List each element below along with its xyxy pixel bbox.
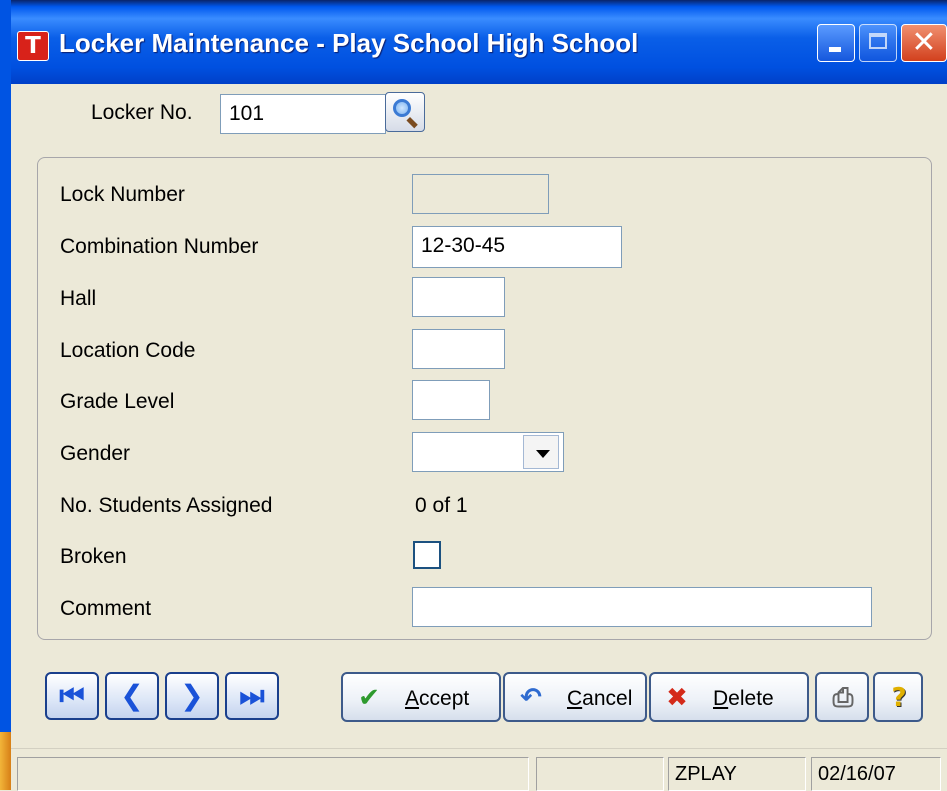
status-user: ZPLAY (668, 757, 806, 791)
broken-label: Broken (60, 545, 127, 568)
accept-button[interactable]: ✔ Accept (341, 672, 501, 722)
status-bar: ZPLAY 02/16/07 (11, 748, 947, 791)
previous-record-icon: ❮ (120, 679, 144, 712)
undo-icon: ↶ (520, 683, 542, 713)
minimize-button[interactable] (817, 24, 855, 62)
combination-number-input[interactable]: 12-30-45 (412, 226, 622, 268)
grade-level-label: Grade Level (60, 390, 175, 413)
hall-input[interactable] (412, 277, 505, 317)
first-record-icon: ⏮ (59, 679, 85, 712)
previous-record-button[interactable]: ❮ (105, 672, 159, 720)
locker-lookup-button[interactable] (385, 92, 425, 132)
status-panel-2 (536, 757, 664, 791)
taskbar-fragment (0, 732, 11, 790)
next-record-icon: ❯ (180, 679, 204, 712)
close-icon: ✕ (911, 25, 937, 60)
next-record-button[interactable]: ❯ (165, 672, 219, 720)
maximize-icon (869, 33, 887, 49)
lock-number-input (412, 174, 549, 214)
close-button[interactable]: ✕ (901, 24, 947, 62)
printer-icon: ⎙ (832, 683, 854, 713)
cancel-label: Cancel (567, 687, 633, 710)
last-record-button[interactable]: ⏭ (225, 672, 279, 720)
location-code-label: Location Code (60, 339, 196, 362)
magnifier-handle (406, 117, 418, 129)
status-date: 02/16/07 (811, 757, 941, 791)
combination-number-label: Combination Number (60, 235, 259, 258)
locker-no-label: Locker No. (91, 101, 193, 124)
location-code-input[interactable] (412, 329, 505, 369)
delete-button[interactable]: ✖ Delete (649, 672, 809, 722)
students-assigned-label: No. Students Assigned (60, 494, 273, 517)
gender-select-value (413, 440, 421, 463)
print-button[interactable]: ⎙ (815, 672, 869, 722)
comment-input[interactable] (412, 587, 872, 627)
chevron-down-icon[interactable] (523, 435, 559, 469)
grade-level-input[interactable] (412, 380, 490, 420)
desktop-background-strip (0, 0, 11, 790)
magnifier-icon (393, 99, 411, 117)
locker-maintenance-window: T Locker Maintenance - Play School High … (11, 0, 947, 791)
title-bar[interactable]: T Locker Maintenance - Play School High … (11, 0, 947, 84)
locker-no-input[interactable]: 101 (220, 94, 386, 134)
students-assigned-value: 0 of 1 (415, 494, 468, 517)
checkmark-icon: ✔ (358, 683, 380, 713)
help-icon: ? (891, 683, 907, 713)
cancel-button[interactable]: ↶ Cancel (503, 672, 647, 722)
gender-select[interactable] (412, 432, 564, 472)
delete-x-icon: ✖ (666, 683, 688, 713)
accept-label: Accept (405, 687, 470, 710)
comment-label: Comment (60, 597, 152, 620)
lock-number-label: Lock Number (60, 183, 185, 206)
delete-label: Delete (713, 687, 774, 710)
app-icon[interactable]: T (17, 31, 49, 61)
first-record-button[interactable]: ⏮ (45, 672, 99, 720)
minimize-icon (829, 47, 841, 52)
maximize-button[interactable] (859, 24, 897, 62)
broken-checkbox[interactable] (413, 541, 441, 569)
last-record-icon: ⏭ (239, 679, 265, 712)
gender-label: Gender (60, 442, 131, 465)
record-navigation: ⏮ ❮ ❯ ⏭ (45, 672, 279, 722)
window-title: Locker Maintenance - Play School High Sc… (59, 28, 639, 58)
status-panel-1 (17, 757, 529, 791)
help-button[interactable]: ? (873, 672, 923, 722)
hall-label: Hall (60, 287, 97, 310)
